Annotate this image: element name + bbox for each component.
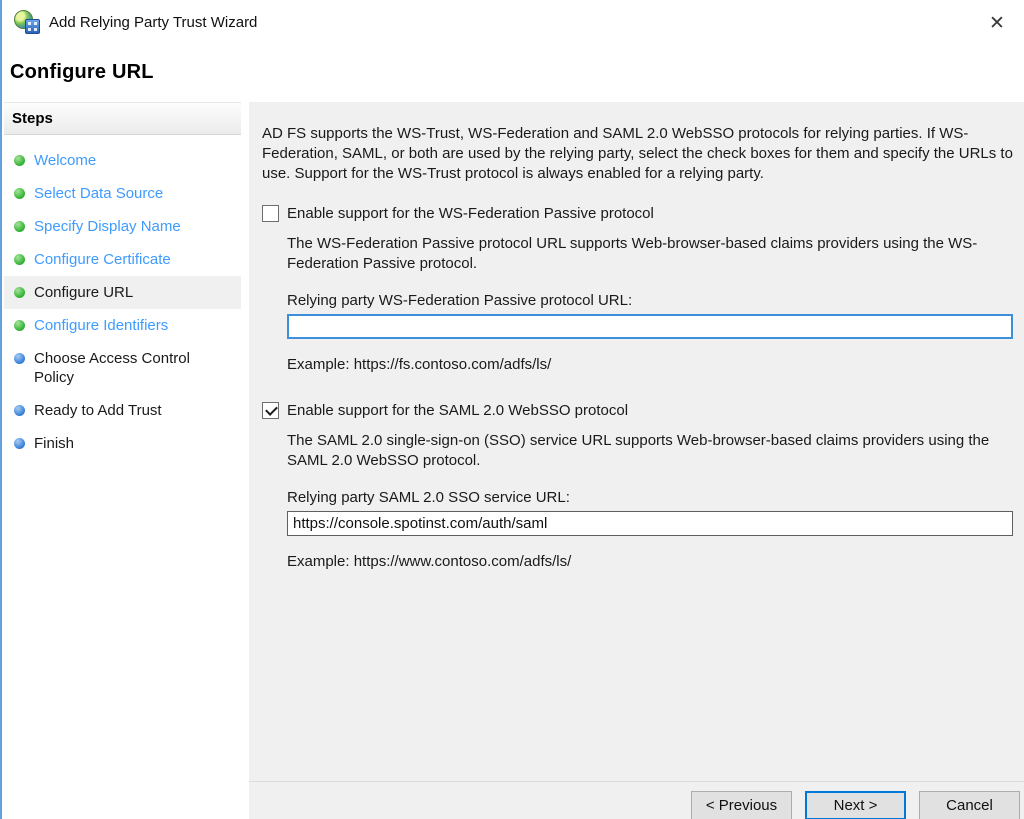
step-status-icon (14, 287, 25, 298)
sidebar-divider (241, 102, 249, 819)
step-status-icon (14, 254, 25, 265)
step-label: Select Data Source (34, 184, 163, 203)
steps-header: Steps (4, 102, 241, 135)
sidebar-item-choose-access-control-policy: Choose Access Control Policy (4, 342, 241, 394)
next-button[interactable]: Next > (805, 791, 906, 819)
sidebar-item-ready-to-add-trust: Ready to Add Trust (4, 394, 241, 427)
sidebar-item-configure-url: Configure URL (4, 276, 241, 309)
saml-checkbox[interactable] (262, 402, 279, 419)
page-title: Configure URL (2, 44, 1024, 84)
wsfed-section: The WS-Federation Passive protocol URL s… (287, 234, 1013, 373)
sidebar-item-configure-certificate[interactable]: Configure Certificate (4, 243, 241, 276)
adfs-wizard-icon (14, 10, 40, 34)
sidebar-item-configure-identifiers[interactable]: Configure Identifiers (4, 309, 241, 342)
step-status-icon (14, 221, 25, 232)
window-title: Add Relying Party Trust Wizard (49, 14, 257, 31)
button-bar: < Previous Next > Cancel (249, 781, 1024, 819)
previous-button[interactable]: < Previous (691, 791, 792, 819)
step-label: Ready to Add Trust (34, 401, 162, 420)
step-label: Configure Certificate (34, 250, 171, 269)
step-label: Specify Display Name (34, 217, 181, 236)
sidebar-item-welcome[interactable]: Welcome (4, 144, 241, 177)
step-status-icon (14, 155, 25, 166)
wizard-body: Steps Welcome Select Data Source Specify… (4, 102, 1024, 819)
step-status-icon (14, 188, 25, 199)
step-status-icon (14, 353, 25, 364)
main-panel: AD FS supports the WS-Trust, WS-Federati… (249, 102, 1024, 819)
step-label: Configure URL (34, 283, 133, 302)
step-label: Finish (34, 434, 74, 453)
wsfed-checkbox-label[interactable]: Enable support for the WS-Federation Pas… (287, 205, 654, 222)
cancel-button[interactable]: Cancel (919, 791, 1020, 819)
saml-checkbox-label[interactable]: Enable support for the SAML 2.0 WebSSO p… (287, 402, 628, 419)
sidebar-item-finish: Finish (4, 427, 241, 460)
step-label: Choose Access Control Policy (34, 349, 233, 387)
wsfed-checkbox-row: Enable support for the WS-Federation Pas… (262, 205, 1024, 222)
saml-section: The SAML 2.0 single-sign-on (SSO) servic… (287, 431, 1013, 570)
close-icon[interactable]: ✕ (982, 8, 1012, 38)
saml-description: The SAML 2.0 single-sign-on (SSO) servic… (287, 431, 1013, 471)
intro-text: AD FS supports the WS-Trust, WS-Federati… (262, 124, 1014, 184)
wsfed-example: Example: https://fs.contoso.com/adfs/ls/ (287, 356, 1013, 373)
organization-icon (25, 19, 40, 34)
wsfed-checkbox[interactable] (262, 205, 279, 222)
steps-sidebar: Steps Welcome Select Data Source Specify… (4, 102, 241, 819)
configure-url-content: AD FS supports the WS-Trust, WS-Federati… (249, 102, 1024, 570)
step-status-icon (14, 438, 25, 449)
saml-url-label: Relying party SAML 2.0 SSO service URL: (287, 489, 1013, 506)
sidebar-item-specify-display-name[interactable]: Specify Display Name (4, 210, 241, 243)
title-bar: Add Relying Party Trust Wizard ✕ (2, 0, 1024, 44)
saml-example: Example: https://www.contoso.com/adfs/ls… (287, 553, 1013, 570)
step-label: Welcome (34, 151, 96, 170)
saml-url-input[interactable] (287, 511, 1013, 536)
wizard-window: Add Relying Party Trust Wizard ✕ Configu… (0, 0, 1024, 819)
step-status-icon (14, 320, 25, 331)
steps-list: Welcome Select Data Source Specify Displ… (4, 144, 241, 460)
step-label: Configure Identifiers (34, 316, 168, 335)
step-status-icon (14, 405, 25, 416)
wsfed-url-input[interactable] (287, 314, 1013, 339)
wsfed-description: The WS-Federation Passive protocol URL s… (287, 234, 1013, 274)
saml-checkbox-row: Enable support for the SAML 2.0 WebSSO p… (262, 402, 1024, 419)
sidebar-item-select-data-source[interactable]: Select Data Source (4, 177, 241, 210)
wsfed-url-label: Relying party WS-Federation Passive prot… (287, 292, 1013, 309)
